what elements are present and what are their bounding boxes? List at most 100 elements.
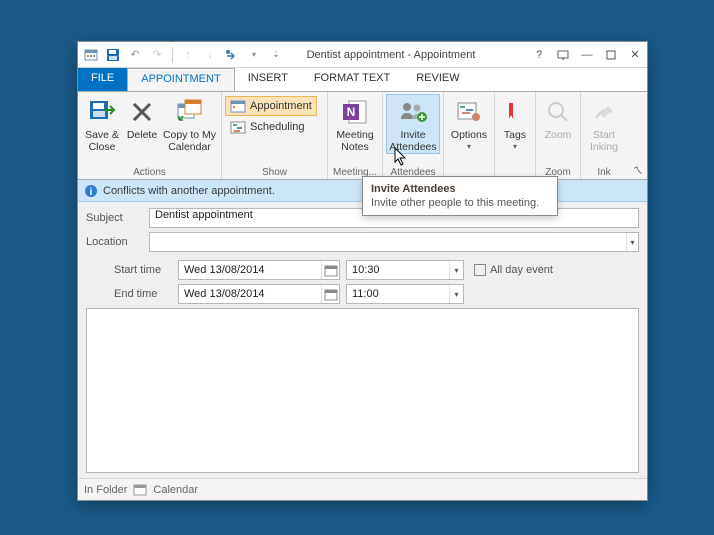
- ink-icon: [589, 97, 619, 127]
- group-ink: Start Inking Ink: [581, 92, 627, 179]
- tooltip-body: Invite other people to this meeting.: [371, 197, 549, 209]
- tab-file[interactable]: FILE: [78, 68, 127, 91]
- start-date-input[interactable]: Wed 13/08/2014: [178, 260, 340, 280]
- qat-separator: [172, 47, 173, 63]
- invite-attendees-icon: [398, 97, 428, 127]
- window-controls: ? — ✕: [527, 45, 647, 65]
- status-bar: In Folder Calendar: [78, 478, 647, 500]
- qat-customize-icon[interactable]: ▾: [245, 46, 263, 64]
- group-actions: Save & Close Delete Copy to My Calendar …: [78, 92, 222, 179]
- ribbon-collapse-icon[interactable]: ㄟ: [633, 162, 643, 177]
- meeting-notes-label: Meeting Notes: [332, 129, 378, 153]
- location-input[interactable]: ▾: [149, 232, 639, 252]
- group-options: Options ▾: [444, 92, 495, 179]
- options-label: Options: [451, 129, 487, 141]
- chevron-down-icon: ▾: [467, 141, 471, 153]
- zoom-button: Zoom: [539, 94, 577, 142]
- time-dropdown-icon[interactable]: ▾: [449, 285, 463, 303]
- tags-icon: [500, 97, 530, 127]
- location-label: Location: [86, 236, 149, 248]
- group-zoom: Zoom Zoom: [536, 92, 581, 179]
- end-time-label: End time: [86, 288, 178, 300]
- window-present-icon[interactable]: [551, 45, 575, 65]
- svg-text:N: N: [347, 105, 356, 119]
- folder-icon: [133, 483, 147, 496]
- chevron-down-icon: ▾: [513, 141, 517, 153]
- start-inking-button: Start Inking: [584, 94, 624, 154]
- tooltip: Invite Attendees Invite other people to …: [362, 176, 558, 216]
- delete-icon: [127, 97, 157, 127]
- scheduling-view-icon: [230, 120, 246, 134]
- close-icon[interactable]: ✕: [623, 45, 647, 65]
- tags-label: Tags: [504, 129, 526, 141]
- previous-icon[interactable]: ↑: [179, 46, 197, 64]
- folder-name: Calendar: [153, 484, 198, 496]
- tooltip-title: Invite Attendees: [371, 183, 549, 195]
- tags-button[interactable]: Tags ▾: [498, 94, 532, 154]
- quick-access-toolbar: ↶ ↷ ↑ ↓ ▾ ⇣: [78, 46, 285, 64]
- appointment-view-button[interactable]: Appointment: [225, 96, 317, 116]
- tab-insert[interactable]: INSERT: [235, 68, 301, 91]
- group-actions-label: Actions: [81, 166, 218, 179]
- date-picker-icon[interactable]: [321, 285, 339, 303]
- end-date-input[interactable]: Wed 13/08/2014: [178, 284, 340, 304]
- location-dropdown-icon[interactable]: ▾: [626, 233, 638, 251]
- appointment-view-label: Appointment: [250, 100, 312, 112]
- group-show-label: Show: [225, 166, 324, 179]
- copy-calendar-button[interactable]: Copy to My Calendar: [161, 94, 218, 154]
- onenote-icon: N: [340, 97, 370, 127]
- date-picker-icon[interactable]: [321, 261, 339, 279]
- save-close-button[interactable]: Save & Close: [81, 94, 123, 154]
- ribbon-tabs: FILE APPOINTMENT INSERT FORMAT TEXT REVI…: [78, 68, 647, 91]
- invite-attendees-button[interactable]: Invite Attendees: [386, 94, 440, 154]
- invite-attendees-label: Invite Attendees: [387, 129, 439, 153]
- save-close-icon: [87, 97, 117, 127]
- help-icon[interactable]: ?: [527, 45, 551, 65]
- scheduling-view-label: Scheduling: [250, 121, 304, 133]
- start-inking-label: Start Inking: [585, 129, 623, 153]
- tab-appointment[interactable]: APPOINTMENT: [127, 68, 234, 91]
- all-day-label: All day event: [490, 264, 553, 276]
- group-show: Appointment Scheduling Show: [222, 92, 328, 179]
- tab-format-text[interactable]: FORMAT TEXT: [301, 68, 403, 91]
- start-time-label: Start time: [86, 264, 178, 276]
- svg-text:i: i: [90, 187, 93, 198]
- window-title: Dentist appointment - Appointment: [285, 49, 527, 61]
- undo-icon[interactable]: ↶: [126, 46, 144, 64]
- qat-overflow-icon[interactable]: ⇣: [267, 46, 285, 64]
- maximize-icon[interactable]: [599, 45, 623, 65]
- tab-review[interactable]: REVIEW: [403, 68, 472, 91]
- options-button[interactable]: Options ▾: [447, 94, 491, 154]
- start-time-input[interactable]: 10:30 ▾: [346, 260, 464, 280]
- group-tags: Tags ▾: [495, 92, 536, 179]
- end-time-input[interactable]: 11:00 ▾: [346, 284, 464, 304]
- next-icon[interactable]: ↓: [201, 46, 219, 64]
- titlebar: ↶ ↷ ↑ ↓ ▾ ⇣ Dentist appointment - Appoin…: [78, 42, 647, 68]
- group-attendees: Invite Attendees Attendees: [383, 92, 444, 179]
- appointment-body-input[interactable]: [86, 308, 639, 473]
- copy-calendar-label: Copy to My Calendar: [162, 129, 217, 153]
- ribbon: Save & Close Delete Copy to My Calendar …: [78, 91, 647, 180]
- in-folder-label: In Folder: [84, 484, 127, 496]
- calendar-icon[interactable]: [82, 46, 100, 64]
- group-ink-label: Ink: [584, 166, 624, 179]
- redo-icon[interactable]: ↷: [148, 46, 166, 64]
- forward-icon[interactable]: [223, 46, 241, 64]
- info-icon: i: [84, 184, 98, 198]
- options-icon: [454, 97, 484, 127]
- time-dropdown-icon[interactable]: ▾: [449, 261, 463, 279]
- copy-calendar-icon: [175, 97, 205, 127]
- delete-label: Delete: [127, 129, 157, 141]
- zoom-label: Zoom: [545, 129, 572, 141]
- scheduling-view-button[interactable]: Scheduling: [225, 117, 309, 137]
- info-text: Conflicts with another appointment.: [103, 185, 275, 197]
- subject-label: Subject: [86, 212, 149, 224]
- meeting-notes-button[interactable]: N Meeting Notes: [331, 94, 379, 154]
- save-close-label: Save & Close: [82, 129, 122, 153]
- minimize-icon[interactable]: —: [575, 45, 599, 65]
- appointment-window: ↶ ↷ ↑ ↓ ▾ ⇣ Dentist appointment - Appoin…: [77, 41, 648, 501]
- appointment-form: Subject Dentist appointment Location ▾ S…: [78, 202, 647, 481]
- save-icon[interactable]: [104, 46, 122, 64]
- all-day-checkbox[interactable]: [474, 264, 486, 276]
- delete-button[interactable]: Delete: [124, 94, 160, 142]
